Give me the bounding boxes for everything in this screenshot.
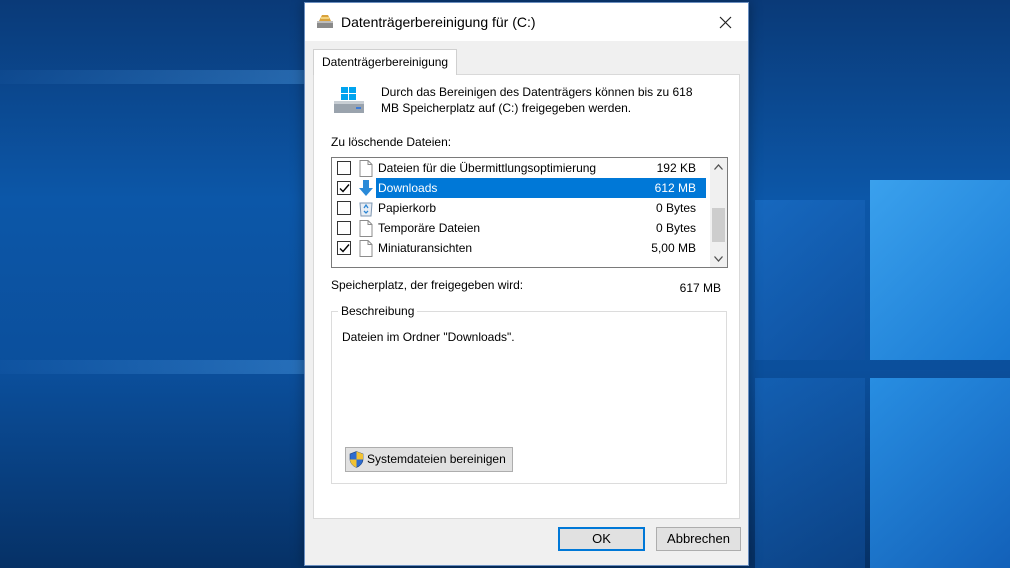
file-size: 5,00 MB	[651, 241, 696, 255]
scrollbar-thumb[interactable]	[712, 208, 725, 242]
checkbox[interactable]	[337, 161, 351, 175]
checkmark-icon	[339, 244, 350, 253]
list-item[interactable]: Papierkorb 0 Bytes	[332, 198, 710, 218]
clean-system-files-label: Systemdateien bereinigen	[367, 452, 506, 466]
chevron-up-icon	[714, 163, 723, 170]
checkbox[interactable]	[337, 221, 351, 235]
uac-shield-icon	[349, 451, 364, 468]
tab-panel: Durch das Bereinigen des Datenträgers kö…	[313, 74, 740, 519]
scroll-down-button[interactable]	[710, 250, 727, 267]
file-size: 0 Bytes	[655, 221, 696, 235]
windows-logo-pane	[755, 378, 865, 568]
file-icon	[358, 240, 374, 257]
files-to-delete-label: Zu löschende Dateien:	[331, 135, 452, 149]
light-beam	[0, 70, 305, 84]
cancel-button[interactable]: Abbrechen	[656, 527, 741, 551]
list-item[interactable]: Dateien für die Übermittlungsoptimierung…	[332, 158, 710, 178]
file-icon	[358, 220, 374, 237]
file-icon	[358, 160, 374, 177]
file-size: 612 MB	[654, 181, 696, 195]
window-title: Datenträgerbereinigung für (C:)	[341, 14, 536, 30]
download-arrow-icon	[358, 180, 374, 197]
tab-disk-cleanup[interactable]: Datenträgerbereinigung	[313, 49, 458, 75]
file-size: 192 KB	[656, 161, 696, 175]
drive-icon	[332, 85, 366, 117]
checkmark-icon	[339, 184, 350, 193]
file-name: Downloads	[378, 181, 438, 195]
description-legend: Beschreibung	[338, 304, 418, 318]
clean-system-files-button[interactable]: Systemdateien bereinigen	[345, 447, 513, 472]
disk-cleanup-dialog: Datenträgerbereinigung für (C:) Datenträ…	[304, 2, 749, 566]
vertical-scrollbar[interactable]	[710, 158, 727, 267]
files-list[interactable]: Dateien für die Übermittlungsoptimierung…	[331, 157, 728, 268]
light-beam	[0, 360, 305, 374]
recycle-bin-icon	[358, 200, 374, 217]
space-freed-value: 617 MB	[679, 281, 721, 295]
list-item[interactable]: Downloads 612 MB	[332, 178, 710, 198]
checkbox[interactable]	[337, 241, 351, 255]
windows-logo-pane	[870, 180, 1010, 360]
list-item[interactable]: Miniaturansichten 5,00 MB	[332, 238, 710, 258]
file-name: Miniaturansichten	[378, 241, 473, 255]
description-text: Dateien im Ordner "Downloads".	[342, 330, 515, 344]
list-item[interactable]: Temporäre Dateien 0 Bytes	[332, 218, 710, 238]
checkbox[interactable]	[337, 181, 351, 195]
disk-cleanup-icon	[316, 14, 334, 30]
checkbox[interactable]	[337, 201, 351, 215]
close-icon	[719, 16, 731, 28]
intro-text: Durch das Bereinigen des Datenträgers kö…	[381, 85, 693, 115]
space-freed-label: Speicherplatz, der freigegeben wird:	[331, 278, 524, 292]
description-group: Beschreibung Dateien im Ordner "Download…	[331, 304, 727, 484]
title-bar[interactable]: Datenträgerbereinigung für (C:)	[305, 3, 748, 41]
close-button[interactable]	[702, 3, 748, 41]
windows-logo-pane	[755, 200, 865, 360]
file-name: Papierkorb	[378, 201, 437, 215]
chevron-down-icon	[714, 255, 723, 262]
scroll-up-button[interactable]	[710, 158, 727, 175]
file-name: Temporäre Dateien	[378, 221, 481, 235]
file-name: Dateien für die Übermittlungsoptimierung	[378, 161, 597, 175]
ok-button[interactable]: OK	[558, 527, 645, 551]
file-size: 0 Bytes	[655, 201, 696, 215]
windows-logo-pane	[870, 378, 1010, 568]
